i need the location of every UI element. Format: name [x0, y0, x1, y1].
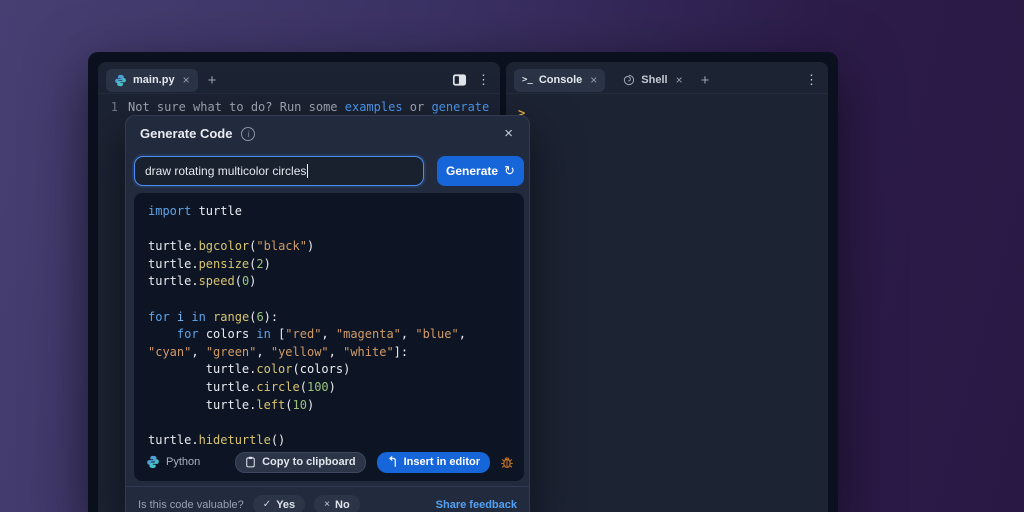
code-line: for i in range(6): — [148, 309, 279, 324]
insert-button-label: Insert in editor — [403, 456, 480, 468]
desktop-background: main.py × + ⋮ 1 Not sure what to do? Run… — [0, 0, 1024, 512]
hint-segment: Not sure what to do? Run some — [128, 100, 345, 114]
tab-shell[interactable]: Shell × — [615, 69, 690, 92]
cross-icon: × — [324, 499, 330, 510]
tab-main-py[interactable]: main.py × — [106, 68, 198, 92]
feedback-yes-button[interactable]: ✓ Yes — [252, 495, 306, 512]
generate-code-modal: Generate Code i × draw rotating multicol… — [125, 115, 530, 512]
examples-link[interactable]: examples — [345, 100, 403, 114]
editor-menu-kebab-icon[interactable]: ⋮ — [477, 72, 490, 88]
prompt-input-value: draw rotating multicolor circles — [145, 164, 307, 178]
share-feedback-link[interactable]: Share feedback — [436, 499, 517, 511]
prompt-input[interactable]: draw rotating multicolor circles — [134, 156, 424, 186]
editor-line-1: 1 Not sure what to do? Run some examples… — [98, 100, 500, 114]
editor-tab-bar: main.py × + ⋮ — [98, 62, 500, 94]
new-tab-button[interactable]: + — [208, 73, 217, 88]
hint-segment: or — [402, 100, 432, 114]
feedback-bar: Is this code valuable? ✓ Yes × No Share … — [126, 486, 529, 512]
generate-link[interactable]: generate — [431, 100, 489, 114]
clipboard-icon — [245, 456, 256, 468]
language-name: Python — [166, 456, 201, 468]
tab-label: main.py — [133, 74, 175, 86]
code-footer: Python Copy to clipboard Insert in edito… — [146, 451, 514, 473]
tab-label: Console — [538, 74, 583, 86]
close-tab-icon[interactable]: × — [676, 73, 683, 87]
python-icon — [146, 455, 160, 469]
generate-button-label: Generate — [446, 164, 499, 178]
code-line: turtle.circle(100) — [148, 379, 336, 394]
code-line: for colors in ["red", "magenta", "blue", — [176, 327, 466, 342]
close-tab-icon[interactable]: × — [183, 73, 190, 87]
tab-console[interactable]: >_ Console × — [514, 68, 606, 92]
code-lines: import turtle turtle.bgcolor("black") tur… — [148, 203, 510, 449]
shell-icon — [623, 74, 635, 86]
modal-close-icon[interactable]: × — [504, 125, 513, 142]
code-line: turtle.bgcolor("black") — [148, 239, 315, 254]
language-label: Python — [146, 455, 200, 469]
python-icon — [114, 74, 127, 87]
prompt-row: draw rotating multicolor circles Generat… — [134, 156, 524, 186]
tab-label: Shell — [641, 74, 668, 86]
insert-arrow-icon — [387, 456, 398, 468]
code-line: turtle.speed(0) — [148, 274, 257, 289]
feedback-question: Is this code valuable? — [138, 498, 244, 511]
feedback-no-button[interactable]: × No — [314, 495, 360, 512]
console-menu-kebab-icon[interactable]: ⋮ — [805, 72, 818, 88]
generated-code-block: import turtle turtle.bgcolor("black") tur… — [134, 193, 524, 481]
yes-label: Yes — [276, 498, 296, 511]
info-icon[interactable]: i — [241, 126, 256, 141]
code-line: turtle.hideturtle() — [148, 432, 286, 447]
modal-title: Generate Code — [140, 126, 233, 141]
new-tab-button[interactable]: + — [701, 73, 710, 88]
code-line: "cyan", "green", "yellow", "white"]: — [148, 344, 409, 359]
generate-button[interactable]: Generate ↻ — [436, 156, 524, 186]
console-tab-bar: >_ Console × Shell × + ⋮ — [506, 62, 828, 94]
terminal-icon: >_ — [522, 75, 533, 85]
refresh-icon: ↻ — [504, 163, 515, 178]
copy-to-clipboard-button[interactable]: Copy to clipboard — [235, 451, 366, 473]
code-line: turtle.pensize(2) — [148, 256, 271, 271]
copy-button-label: Copy to clipboard — [262, 456, 356, 468]
code-line: turtle.color(colors) — [148, 362, 351, 377]
check-icon: ✓ — [262, 499, 272, 510]
code-line: import turtle — [148, 204, 242, 218]
editor-body[interactable]: 1 Not sure what to do? Run some examples… — [98, 94, 500, 114]
console-body[interactable]: > — [506, 94, 828, 132]
line-number: 1 — [110, 100, 118, 114]
modal-header: Generate Code i — [126, 116, 529, 147]
no-label: No — [335, 498, 350, 511]
insert-in-editor-button[interactable]: Insert in editor — [376, 451, 490, 473]
text-caret — [307, 164, 309, 178]
close-tab-icon[interactable]: × — [590, 73, 597, 87]
console-panel: >_ Console × Shell × + ⋮ > — [506, 62, 828, 512]
code-line: turtle.left(10) — [148, 397, 315, 412]
layout-panel-icon[interactable] — [452, 73, 467, 87]
editor-hint-text: Not sure what to do? Run some examples o… — [128, 100, 489, 114]
bug-report-icon[interactable] — [500, 455, 514, 470]
